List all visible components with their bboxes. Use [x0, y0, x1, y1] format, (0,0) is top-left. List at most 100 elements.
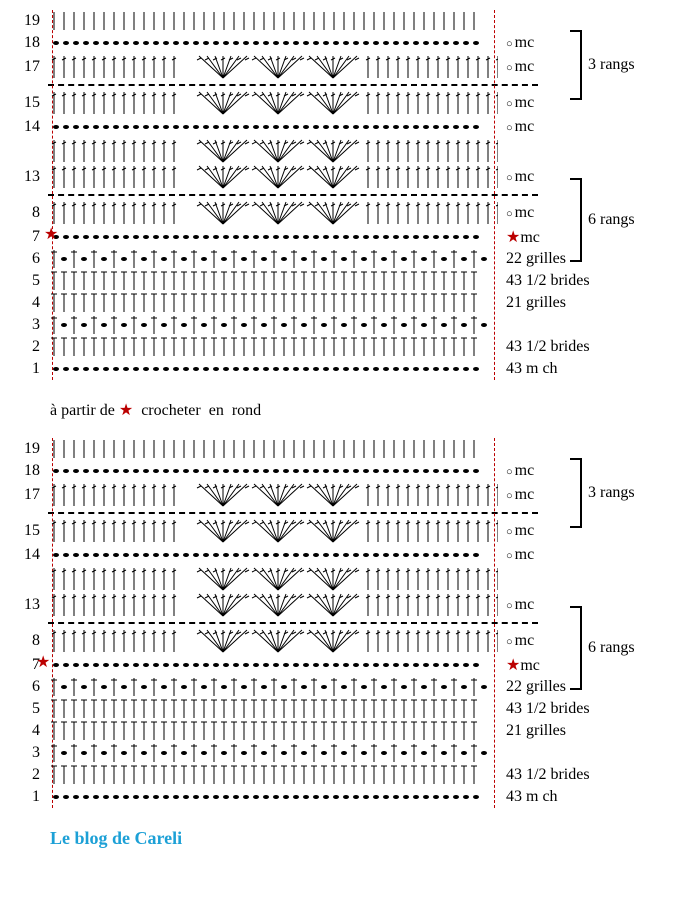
- row-annotation: 22 grilles: [498, 678, 566, 696]
- row-annotation: mc: [498, 486, 534, 504]
- stitch-row-hdc: [48, 698, 498, 720]
- stitch-row-hdc: [48, 270, 498, 292]
- row-number: 4: [10, 722, 48, 740]
- stitch-row-chains: [48, 358, 498, 380]
- row-annotation: mc: [498, 94, 534, 112]
- row-annotation: 43 1/2 brides: [498, 700, 590, 718]
- stitch-row-chains: [48, 226, 498, 248]
- chart-row: 19: [10, 438, 684, 460]
- chart-row: [10, 566, 684, 592]
- chart-row: 543 1/2 brides: [10, 698, 684, 720]
- stitch-row-posts: [48, 438, 498, 460]
- blog-credit: Le blog de Careli: [50, 828, 684, 849]
- row-number: 13: [10, 168, 48, 186]
- chart-row: 1 43 m ch: [10, 358, 684, 380]
- row-annotation: 43 m ch: [498, 788, 558, 806]
- row-number: 8: [10, 204, 48, 222]
- row-number: 15: [10, 522, 48, 540]
- row-annotation: 21 grilles: [498, 722, 566, 740]
- row-annotation: 43 1/2 brides: [498, 766, 590, 784]
- row-number: 3: [10, 744, 48, 762]
- instruction-text: à partir de ★ crocheter en rond: [50, 400, 684, 420]
- stitch-row-chains: [48, 116, 498, 138]
- row-number: 14: [10, 546, 48, 564]
- stitch-row-clusters: [48, 54, 498, 80]
- row-annotation: mc: [498, 596, 534, 614]
- row-number: 2: [10, 766, 48, 784]
- row-number: 18: [10, 34, 48, 52]
- stitch-row-chains: [48, 786, 498, 808]
- dashed-separator: [48, 194, 538, 196]
- row-annotation: mc: [498, 204, 534, 222]
- bracket-6-rangs: 6 rangs: [570, 180, 635, 260]
- stitch-row-clusters: [48, 566, 498, 592]
- star-icon: ★: [44, 224, 58, 244]
- row-number: 4: [10, 294, 48, 312]
- bracket-3-rangs: 3 rangs: [570, 460, 635, 526]
- row-annotation: ★mc: [498, 227, 540, 247]
- row-number: 6: [10, 250, 48, 268]
- row-annotation: 43 m ch: [498, 360, 558, 378]
- chart-row: 2 43 1/2 brides: [10, 336, 684, 358]
- stitch-row-chains: [48, 654, 498, 676]
- stitch-row-grid: [48, 676, 498, 698]
- row-number: 18: [10, 462, 48, 480]
- stitch-row-chains: [48, 460, 498, 482]
- row-number: 8: [10, 632, 48, 650]
- chart-row: 19: [10, 10, 684, 32]
- star-icon: ★: [119, 402, 133, 419]
- stitch-row-hdc: [48, 292, 498, 314]
- chart-row: 4 21 grilles: [10, 720, 684, 742]
- row-number: 19: [10, 12, 48, 30]
- stitch-row-clusters: [48, 138, 498, 164]
- dashed-separator: [48, 512, 538, 514]
- stitch-row-grid: [48, 742, 498, 764]
- bracket-3-rangs: 3 rangs: [570, 32, 635, 98]
- row-annotation: ★mc: [498, 655, 540, 675]
- stitch-row-grid: [48, 314, 498, 336]
- row-annotation: mc: [498, 34, 534, 52]
- stitch-row-clusters: [48, 90, 498, 116]
- stitch-row-hdc: [48, 764, 498, 786]
- row-number: 7: [10, 228, 48, 246]
- row-number: 17: [10, 486, 48, 504]
- row-annotation: mc: [498, 168, 534, 186]
- stitch-row-clusters: [48, 482, 498, 508]
- stitch-row-hdc: [48, 336, 498, 358]
- row-annotation: 43 1/2 brides: [498, 338, 590, 356]
- chart-row: [10, 138, 684, 164]
- star-icon: ★: [36, 652, 50, 672]
- row-annotation: mc: [498, 118, 534, 136]
- stitch-row-clusters: [48, 518, 498, 544]
- row-number: 6: [10, 678, 48, 696]
- row-number: 5: [10, 272, 48, 290]
- star-icon: ★: [506, 229, 520, 246]
- bracket-text: 3 rangs: [588, 484, 635, 502]
- stitch-row-clusters: [48, 592, 498, 618]
- bracket-6-rangs: 6 rangs: [570, 608, 635, 688]
- row-number: 1: [10, 788, 48, 806]
- row-annotation: mc: [498, 522, 534, 540]
- chart-row: 14 mc: [10, 544, 684, 566]
- row-number: 14: [10, 118, 48, 136]
- dashed-separator: [48, 622, 538, 624]
- row-number: 15: [10, 94, 48, 112]
- row-number: 13: [10, 596, 48, 614]
- row-annotation: mc: [498, 58, 534, 76]
- stitch-row-chains: [48, 544, 498, 566]
- row-number: 3: [10, 316, 48, 334]
- chart-row: 4 21 grilles: [10, 292, 684, 314]
- star-icon: ★: [506, 657, 520, 674]
- row-annotation: mc: [498, 632, 534, 650]
- chart-row: 3: [10, 742, 684, 764]
- stitch-row-hdc: [48, 720, 498, 742]
- stitch-row-clusters: [48, 628, 498, 654]
- stitch-row-posts: [48, 10, 498, 32]
- stitch-row-clusters: [48, 164, 498, 190]
- stitch-row-grid: [48, 248, 498, 270]
- bracket-text: 6 rangs: [588, 211, 635, 229]
- row-annotation: mc: [498, 546, 534, 564]
- chart-row: 3: [10, 314, 684, 336]
- row-annotation: mc: [498, 462, 534, 480]
- row-annotation: 43 1/2 brides: [498, 272, 590, 290]
